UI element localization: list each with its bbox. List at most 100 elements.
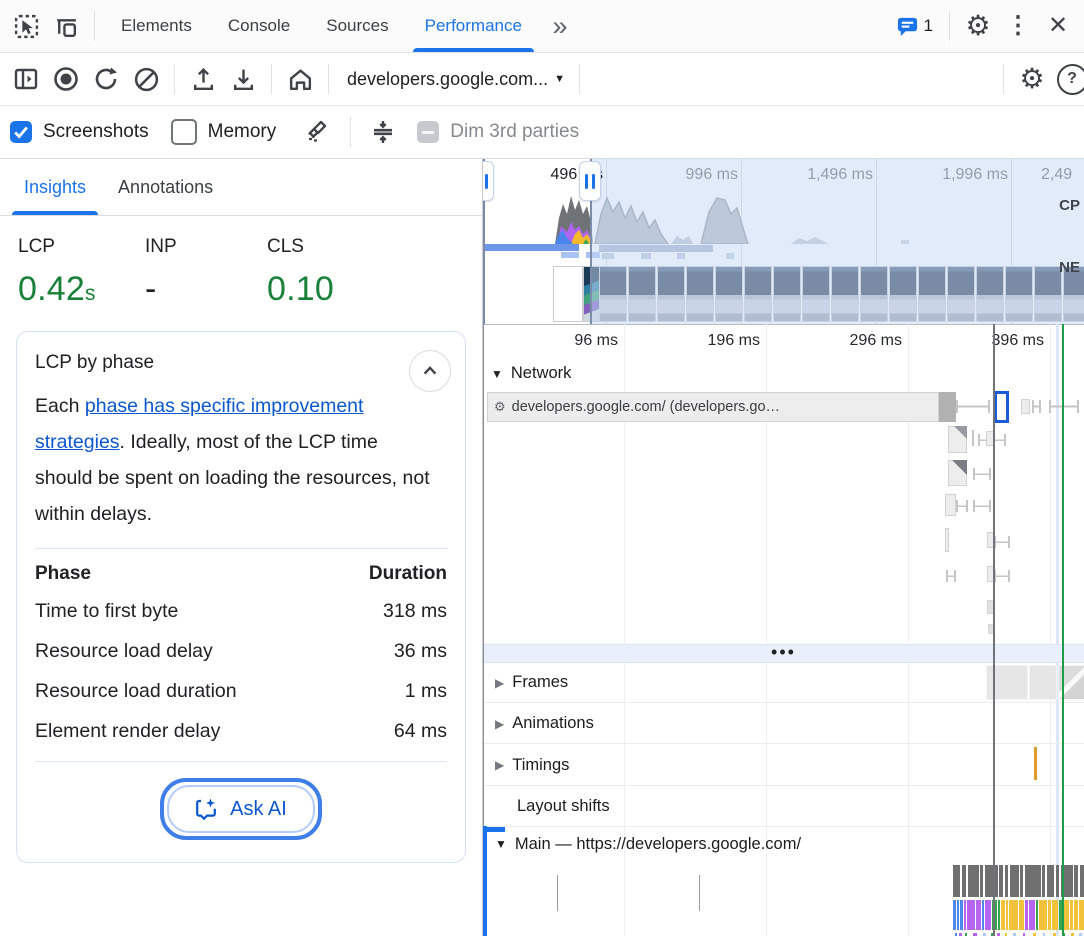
- flame-bar[interactable]: [953, 900, 956, 930]
- flame-bar[interactable]: [1056, 865, 1059, 897]
- flame-bar[interactable]: [1020, 865, 1023, 897]
- flame-bar[interactable]: [982, 900, 984, 930]
- flame-bar[interactable]: [1080, 865, 1084, 897]
- network-bar[interactable]: [956, 500, 968, 512]
- tab-insights[interactable]: Insights: [8, 159, 102, 215]
- playhead-line[interactable]: [993, 324, 995, 936]
- history-selector[interactable]: developers.google.com... ▼: [337, 69, 565, 90]
- flame-bar[interactable]: [953, 865, 960, 897]
- flame-bar[interactable]: [1025, 865, 1041, 897]
- dim-third-parties-checkbox[interactable]: [417, 121, 439, 143]
- flame-bar[interactable]: [1036, 900, 1038, 930]
- home-button[interactable]: [280, 59, 320, 99]
- flame-bar[interactable]: [1005, 865, 1008, 897]
- timeline-overview[interactable]: 496 ms 996 ms 1,496 ms 1,996 ms 2,49: [483, 159, 1084, 325]
- flame-bar[interactable]: [960, 900, 963, 930]
- flame-bar[interactable]: [985, 865, 998, 897]
- disclosure-collapsed-icon[interactable]: ▶: [495, 717, 504, 731]
- close-devtools-button[interactable]: ✕: [1038, 6, 1078, 46]
- network-bar[interactable]: [973, 500, 991, 512]
- metric-inp[interactable]: INP -: [145, 236, 267, 309]
- flame-bar[interactable]: [1009, 900, 1018, 930]
- flame-bar[interactable]: [1010, 865, 1019, 897]
- flame-bar[interactable]: [1025, 900, 1028, 930]
- capture-settings-button[interactable]: ⚙: [1012, 59, 1052, 99]
- tab-annotations[interactable]: Annotations: [102, 159, 229, 215]
- garbage-collect-button[interactable]: [298, 112, 338, 152]
- save-profile-button[interactable]: [223, 59, 263, 99]
- collapse-card-button[interactable]: [409, 350, 451, 392]
- flame-bar[interactable]: [998, 900, 1000, 930]
- ask-ai-button[interactable]: Ask AI: [167, 785, 315, 833]
- flame-bar[interactable]: [1001, 900, 1005, 930]
- flame-bar[interactable]: [967, 900, 975, 930]
- flame-bar[interactable]: [985, 900, 991, 930]
- network-bar[interactable]: [994, 536, 1010, 548]
- timing-marker[interactable]: [1034, 747, 1037, 780]
- flame-bar[interactable]: [976, 900, 981, 930]
- network-request-bar[interactable]: ⚙ developers.google.com/ (developers.go…: [487, 392, 939, 422]
- network-bar[interactable]: [1049, 400, 1079, 413]
- flame-bar[interactable]: [995, 900, 997, 930]
- load-profile-button[interactable]: [183, 59, 223, 99]
- network-bar[interactable]: [939, 392, 956, 422]
- network-bar[interactable]: [956, 400, 990, 413]
- disclosure-collapsed-icon[interactable]: ▶: [495, 758, 504, 772]
- flame-bar[interactable]: [1042, 865, 1045, 897]
- settings-button[interactable]: ⚙: [958, 6, 998, 46]
- network-bar[interactable]: [1032, 400, 1041, 413]
- flame-bar[interactable]: [1074, 865, 1078, 897]
- clear-button[interactable]: [126, 59, 166, 99]
- tab-performance[interactable]: Performance: [407, 0, 540, 52]
- issues-counter[interactable]: 1: [896, 15, 933, 38]
- more-tabs-button[interactable]: »: [540, 6, 580, 46]
- flame-bar[interactable]: [962, 865, 966, 897]
- flame-bar[interactable]: [1048, 900, 1051, 930]
- collapse-tracks-button[interactable]: [363, 112, 403, 152]
- screenshots-label[interactable]: Screenshots: [43, 121, 149, 143]
- disclosure-expanded-icon[interactable]: ▼: [491, 367, 503, 381]
- network-bar[interactable]: [952, 460, 967, 475]
- flame-bar[interactable]: [957, 900, 959, 930]
- flame-bar[interactable]: [1029, 900, 1035, 930]
- flame-bar[interactable]: [1074, 900, 1078, 930]
- window-left-handle[interactable]: [483, 161, 494, 201]
- network-bar[interactable]: [994, 391, 1009, 423]
- inspect-element-button[interactable]: [6, 6, 46, 46]
- flame-bar[interactable]: [1052, 900, 1058, 930]
- network-bar[interactable]: [946, 570, 956, 582]
- screenshots-checkbox[interactable]: [10, 121, 32, 143]
- tab-sources[interactable]: Sources: [308, 0, 406, 52]
- network-bar[interactable]: [945, 528, 949, 552]
- memory-checkbox[interactable]: [171, 119, 197, 145]
- toggle-sidebar-button[interactable]: [6, 59, 46, 99]
- record-and-reload-button[interactable]: [86, 59, 126, 99]
- screenshot-thumbnail[interactable]: [553, 266, 583, 322]
- help-button[interactable]: ?: [1052, 59, 1084, 99]
- network-bar[interactable]: [972, 430, 974, 446]
- network-bar[interactable]: [945, 494, 956, 516]
- network-bar[interactable]: [994, 570, 1010, 582]
- disclosure-expanded-icon[interactable]: ▼: [495, 837, 507, 851]
- device-toolbar-button[interactable]: [46, 6, 86, 46]
- window-right-handle[interactable]: [579, 161, 601, 201]
- flame-bar[interactable]: [1047, 865, 1054, 897]
- network-bar[interactable]: [973, 468, 991, 480]
- tab-console[interactable]: Console: [210, 0, 308, 52]
- flame-bar[interactable]: [968, 865, 979, 897]
- tab-elements[interactable]: Elements: [103, 0, 210, 52]
- memory-label[interactable]: Memory: [208, 121, 277, 143]
- disclosure-collapsed-icon[interactable]: ▶: [495, 676, 504, 690]
- flame-bar[interactable]: [1070, 900, 1073, 930]
- menu-button[interactable]: ⋮: [998, 6, 1038, 46]
- flame-bar[interactable]: [1019, 900, 1024, 930]
- network-bar[interactable]: [1021, 399, 1030, 414]
- network-bar[interactable]: [954, 426, 967, 439]
- flame-bar[interactable]: [1039, 900, 1047, 930]
- flame-bar[interactable]: [980, 865, 983, 897]
- record-button[interactable]: [46, 59, 86, 99]
- metric-cls[interactable]: CLS 0.10: [267, 236, 394, 309]
- flame-bar[interactable]: [964, 900, 966, 930]
- metric-lcp[interactable]: LCP 0.42s: [18, 236, 145, 309]
- flame-bar[interactable]: [1079, 900, 1084, 930]
